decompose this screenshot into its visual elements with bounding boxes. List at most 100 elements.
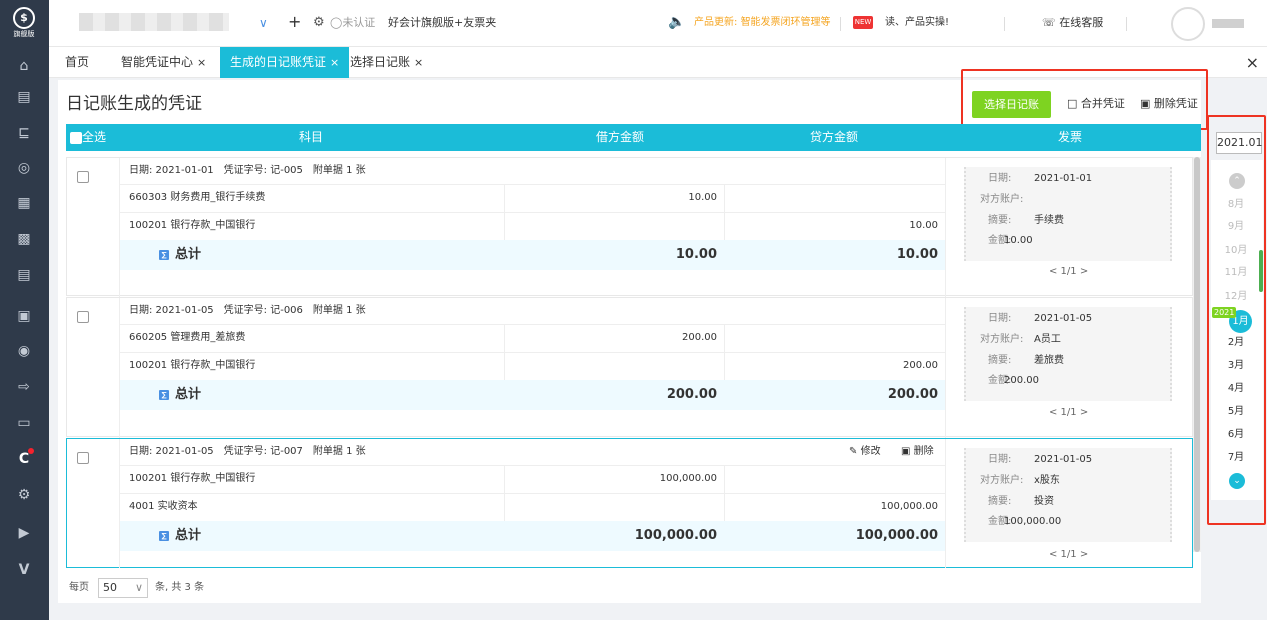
close-icon[interactable]: ×	[414, 56, 423, 69]
product-name: 好会计旗舰版+友票夹	[388, 16, 497, 29]
month-item[interactable]: 9月	[1214, 220, 1258, 234]
update-notice[interactable]: 产品更新: 智能发票闭环管理等	[694, 13, 831, 33]
gear-icon[interactable]: ⚙	[313, 13, 325, 33]
month-item[interactable]: 6月	[1214, 428, 1258, 442]
chevron-down-icon[interactable]: ⌄	[1229, 473, 1245, 489]
export-icon[interactable]: ⇨	[13, 376, 35, 398]
invoice-date-label: 日期:	[988, 454, 1012, 465]
tab-generated-vouchers[interactable]: 生成的日记账凭证 ×	[220, 47, 350, 78]
divider	[119, 184, 945, 185]
c-badge-icon[interactable]: C	[13, 448, 35, 470]
trash-icon: ▣	[901, 446, 911, 457]
home-icon[interactable]: ⌂	[13, 55, 35, 77]
line-subject: 4001 实收资本	[129, 501, 198, 512]
page-size-select[interactable]: 50 ∨	[98, 578, 148, 598]
line-debit: 100,000.00	[659, 473, 717, 484]
invoice-amount: 10.00	[1004, 235, 1033, 246]
month-item[interactable]: 3月	[1214, 359, 1258, 373]
online-service[interactable]: ☏ 在线客服	[1042, 13, 1103, 33]
invoice-pager[interactable]: < 1/1 >	[1049, 406, 1088, 420]
invoice-card[interactable]: 日期: 2021-01-01 对方账户: 摘要: 手续费 金额: 10.00	[964, 167, 1172, 261]
video-icon: NEW	[853, 16, 873, 29]
app-logo[interactable]: $ 旗舰版	[6, 6, 42, 42]
invoice-amount: 100,000.00	[1004, 516, 1062, 527]
close-icon[interactable]: ×	[330, 56, 339, 69]
invoice-memo-label: 摘要:	[988, 496, 1012, 507]
month-item[interactable]: 2月	[1214, 336, 1258, 350]
invoice-card[interactable]: 日期: 2021-01-05 对方账户: x股东 摘要: 投资 金额: 100,…	[964, 448, 1172, 542]
total-label: ∑ 总计	[159, 527, 201, 545]
promo-link[interactable]: 读、产品实操!	[885, 13, 949, 33]
col-subject: 科目	[299, 130, 324, 144]
period-display[interactable]: 2021.01	[1216, 132, 1263, 154]
col-invoice: 发票	[1058, 130, 1083, 144]
select-journal-button[interactable]: 选择日记账	[972, 91, 1051, 118]
month-item[interactable]: 11月	[1214, 266, 1258, 280]
avatar[interactable]	[1171, 7, 1205, 41]
edit-button[interactable]: ✎ 修改	[849, 445, 881, 459]
invoice-date: 2021-01-05	[1034, 313, 1093, 324]
invoice-pager[interactable]: < 1/1 >	[1049, 265, 1088, 279]
cert-status[interactable]: ◯未认证	[330, 13, 375, 33]
invoice-memo: 手续费	[1034, 215, 1064, 226]
delete-button[interactable]: ▣ 删除	[901, 445, 934, 459]
merge-voucher-button[interactable]: □ 合并凭证	[1067, 96, 1125, 112]
page-title: 日记账生成的凭证	[66, 94, 202, 114]
row-checkbox[interactable]	[77, 311, 89, 323]
invoice-date-label: 日期:	[988, 173, 1012, 184]
money-bag-icon[interactable]: ◎	[13, 157, 35, 179]
chevron-up-icon[interactable]: ⌃	[1229, 173, 1245, 189]
chevron-down-icon[interactable]: ∨	[259, 13, 268, 33]
month-item[interactable]: 10月	[1214, 244, 1258, 258]
invoice-pager[interactable]: < 1/1 >	[1049, 548, 1088, 562]
folder-icon[interactable]: ▭	[13, 412, 35, 434]
col-credit: 贷方金额	[810, 130, 859, 144]
line-subject: 660303 财务费用_银行手续费	[129, 192, 266, 203]
printer-icon[interactable]: ▤	[13, 264, 35, 286]
invoice-icon[interactable]: ▩	[13, 228, 35, 250]
chart-icon[interactable]: ⊑	[13, 122, 35, 144]
month-item[interactable]: 5月	[1214, 405, 1258, 419]
line-credit: 10.00	[909, 220, 938, 231]
add-icon[interactable]: +	[288, 12, 301, 32]
tab-smart-voucher[interactable]: 智能凭证中心 ×	[111, 47, 216, 78]
voucher-header: 日期: 2021-01-01 凭证字号: 记-005 附单据 1 张	[129, 165, 366, 176]
line-credit: 200.00	[903, 360, 938, 371]
per-page-label: 每页	[69, 582, 89, 593]
month-item[interactable]: 8月	[1214, 198, 1258, 212]
ledger-icon[interactable]: ▦	[13, 192, 35, 214]
select-all-checkbox[interactable]	[70, 131, 82, 144]
scrollbar-thumb[interactable]	[1194, 157, 1200, 552]
invoice-card[interactable]: 日期: 2021-01-05 对方账户: A员工 摘要: 差旅费 金额: 200…	[964, 307, 1172, 401]
delete-voucher-button[interactable]: ▣ 删除凭证	[1140, 96, 1198, 112]
invoice-account-label: 对方账户:	[980, 194, 1024, 205]
merge-icon: □	[1067, 97, 1078, 110]
speaker-icon: 🔈	[668, 14, 686, 30]
month-item[interactable]: 7月	[1214, 451, 1258, 465]
play-box-icon[interactable]: ▶	[13, 522, 35, 544]
month-item[interactable]: 12月	[1214, 290, 1258, 304]
divider	[119, 212, 945, 213]
invoice-memo: 投资	[1034, 496, 1054, 507]
receipt-icon[interactable]: ▤	[13, 86, 35, 108]
pagination-bar	[58, 568, 1201, 603]
select-all[interactable]: 全选	[70, 124, 106, 151]
close-icon[interactable]: ×	[197, 56, 206, 69]
v-logo-icon[interactable]: V	[13, 559, 35, 581]
user-name[interactable]	[1212, 19, 1244, 28]
report-icon[interactable]: ▣	[13, 305, 35, 327]
tab-select-journal[interactable]: 选择日记账 ×	[340, 47, 433, 78]
divider	[945, 298, 946, 438]
tab-home[interactable]: 首页	[55, 47, 99, 78]
coins-icon[interactable]: ◉	[13, 340, 35, 362]
settings-icon[interactable]: ⚙	[13, 484, 35, 506]
invoice-memo-label: 摘要:	[988, 215, 1012, 226]
invoice-account-label: 对方账户:	[980, 334, 1024, 345]
row-checkbox[interactable]	[77, 171, 89, 183]
month-item[interactable]: 4月	[1214, 382, 1258, 396]
voucher-header: 日期: 2021-01-05 凭证字号: 记-007 附单据 1 张	[129, 446, 366, 457]
close-all-tabs-icon[interactable]: ×	[1246, 47, 1259, 78]
company-selector[interactable]	[79, 13, 229, 31]
row-checkbox[interactable]	[77, 452, 89, 464]
total-label: ∑ 总计	[159, 246, 201, 264]
